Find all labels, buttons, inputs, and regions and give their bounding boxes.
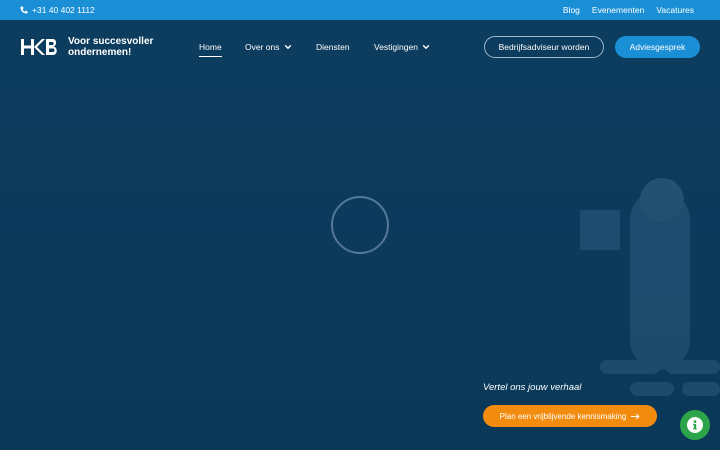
- nav-item-home-label: Home: [199, 42, 222, 52]
- hero-background-photo: [580, 178, 720, 396]
- arrow-right-icon: [631, 413, 641, 419]
- top-link-evenementen[interactable]: Evenementen: [592, 5, 644, 15]
- loading-spinner: [331, 196, 389, 254]
- advice-call-button[interactable]: Adviesgesprek: [615, 36, 700, 58]
- nav-item-over-ons-label: Over ons: [245, 42, 280, 52]
- phone-icon: [20, 6, 28, 14]
- main-header: Voor succesvoller ondernemen! Home Over …: [0, 20, 720, 74]
- logo[interactable]: Voor succesvoller ondernemen!: [20, 36, 198, 58]
- logo-tagline: Voor succesvoller ondernemen!: [68, 36, 153, 58]
- become-advisor-button[interactable]: Bedrijfsadviseur worden: [484, 36, 604, 58]
- phone-number: +31 40 402 1112: [32, 5, 95, 15]
- phone-link[interactable]: +31 40 402 1112: [20, 5, 95, 15]
- info-icon: [687, 417, 703, 433]
- hkb-logo-icon: [21, 39, 57, 55]
- plan-meeting-button[interactable]: Plan een vrijblijvende kennismaking: [483, 405, 657, 427]
- top-bar: +31 40 402 1112 Blog Evenementen Vacatur…: [0, 0, 720, 20]
- plan-meeting-button-label: Plan een vrijblijvende kennismaking: [499, 411, 627, 421]
- cta-title: Vertel ons jouw verhaal: [483, 382, 582, 393]
- nav-item-diensten[interactable]: Diensten: [316, 37, 350, 57]
- chevron-down-icon: [284, 44, 291, 50]
- nav-item-vestigingen[interactable]: Vestigingen: [374, 37, 430, 57]
- nav-item-home[interactable]: Home: [199, 37, 222, 57]
- info-button[interactable]: [680, 410, 710, 440]
- top-link-blog[interactable]: Blog: [563, 5, 580, 15]
- logo-tagline-line2: ondernemen!: [68, 47, 132, 58]
- nav-item-vestigingen-label: Vestigingen: [374, 42, 418, 52]
- info-glyph: [693, 420, 697, 430]
- chevron-down-icon: [422, 44, 430, 50]
- logo-tagline-line1: Voor succesvoller: [68, 36, 154, 47]
- nav-item-over-ons[interactable]: Over ons: [245, 37, 292, 57]
- nav-item-diensten-label: Diensten: [316, 42, 350, 52]
- top-link-vacatures[interactable]: Vacatures: [656, 5, 694, 15]
- top-links: Blog Evenementen Vacatures: [563, 5, 694, 15]
